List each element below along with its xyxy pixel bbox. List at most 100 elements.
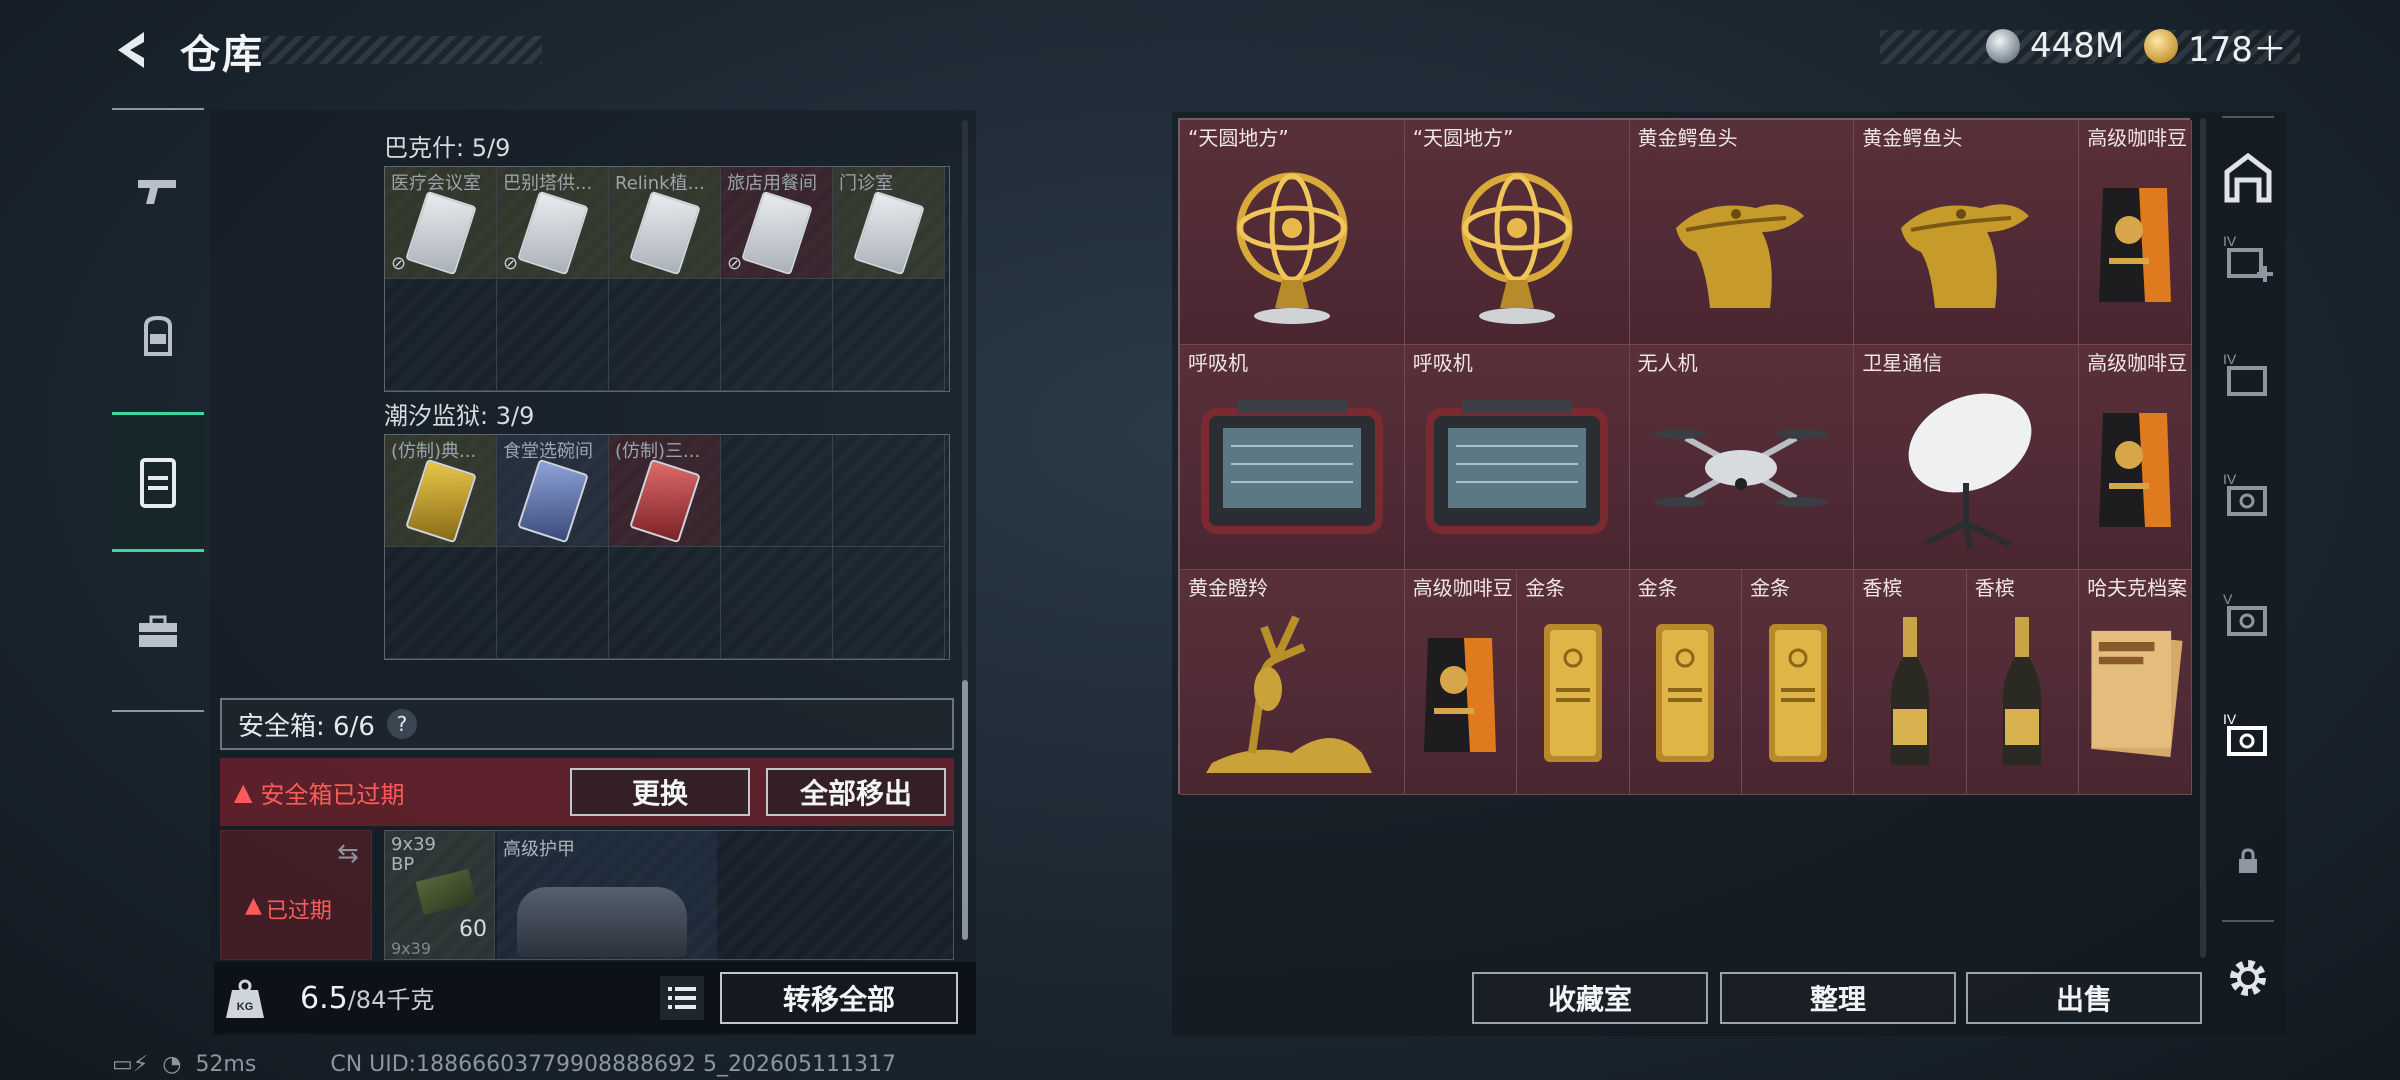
empty-slot[interactable] <box>833 435 945 547</box>
keycard-icon <box>405 458 477 544</box>
stash-item-ventilator[interactable]: 呼吸机 <box>1404 345 1630 570</box>
keycard-slot[interactable]: 旅店用餐间 ⊘ <box>721 167 833 279</box>
stash-item-label: 哈夫克档案 <box>2087 576 2188 600</box>
safebox-slot[interactable]: ⇆ ▲ 已过期 <box>220 830 372 960</box>
swap-icon[interactable]: ⇆ <box>337 839 359 869</box>
rail-tab-gear[interactable] <box>112 290 204 382</box>
stash-item-croc[interactable]: 黄金鳄鱼头 <box>1854 120 2080 345</box>
sell-button[interactable]: 出售 <box>1966 972 2202 1024</box>
empty-slot[interactable] <box>385 279 497 391</box>
stash-item-label: 黄金瞪羚 <box>1188 576 1268 600</box>
vtab-locked[interactable] <box>2212 816 2284 906</box>
vtab-valuables-storage[interactable]: V <box>2212 570 2284 660</box>
stash-item-label: 黄金鳄鱼头 <box>1862 126 1963 150</box>
safebox-items[interactable]: 9x39 BP 60 9x39 高级护甲 <box>384 830 954 960</box>
right-scrollbar[interactable] <box>2200 118 2206 958</box>
empty-slot[interactable] <box>721 279 833 391</box>
stash-item-champagne[interactable]: 香槟 <box>1854 570 1967 795</box>
stash-item-label: 香槟 <box>1974 576 2015 600</box>
champagne-icon <box>1854 592 1965 794</box>
vtab-divider <box>2222 116 2274 118</box>
back-arrow-icon[interactable] <box>110 28 154 72</box>
collectibles-storage-icon: IV <box>2223 711 2267 756</box>
container-grid-baksh[interactable]: 医疗会议室 ⊘ 巴别塔供... ⊘ Relink植... 旅店用餐间 ⊘ 门诊室 <box>384 166 950 392</box>
keycard-slot[interactable]: (仿制)三... <box>609 435 721 547</box>
stash-item-champagne[interactable]: 香槟 <box>1966 570 2080 795</box>
rail-tab-containers[interactable] <box>112 412 204 552</box>
dish-icon <box>1854 367 2078 569</box>
lock-off-icon: ⊘ <box>503 253 519 274</box>
empty-slot[interactable] <box>497 547 609 659</box>
armor-item[interactable]: 高级护甲 <box>497 831 717 959</box>
rail-tab-weapons[interactable] <box>112 144 204 236</box>
coffee-icon <box>2079 367 2190 569</box>
stash-item-croc[interactable]: 黄金鳄鱼头 <box>1629 120 1855 345</box>
keycard-slot[interactable]: 食堂选碗间 <box>497 435 609 547</box>
vtab-item-storage[interactable]: IV <box>2212 450 2284 540</box>
stash-item-coffee[interactable]: 高级咖啡豆 <box>1404 570 1518 795</box>
stash-item-file[interactable]: 哈夫克档案 <box>2079 570 2192 795</box>
stash-item-goldbar[interactable]: 金条 <box>1742 570 1855 795</box>
keycard-slot[interactable]: 门诊室 <box>833 167 945 279</box>
weight-max: /84千克 <box>347 986 435 1014</box>
stash-grid[interactable]: “天圆地方” “天圆地方” 黄金鳄鱼头 黄金鳄鱼头 高级咖啡豆 呼吸机 呼吸机 无人机 卫星通信… <box>1178 118 2192 795</box>
gold-amount: 178＋ <box>2188 29 2287 70</box>
keycard-slot[interactable]: 医疗会议室 ⊘ <box>385 167 497 279</box>
gold-coin-icon <box>2144 29 2178 63</box>
remove-all-button[interactable]: 全部移出 <box>766 768 946 816</box>
toolbox-icon <box>139 615 177 647</box>
stash-item-label: 金条 <box>1750 576 1790 600</box>
silver-currency: 448M <box>1986 26 2124 66</box>
stash-item-drone[interactable]: 无人机 <box>1629 345 1855 570</box>
keycard-icon <box>853 190 925 276</box>
stash-item-label: 黄金鳄鱼头 <box>1637 126 1738 150</box>
empty-slot[interactable] <box>833 279 945 391</box>
vtab-add-storage[interactable]: IV <box>2212 212 2284 302</box>
organize-button[interactable]: 整理 <box>1720 972 1956 1024</box>
stash-item-label: 金条 <box>1525 576 1566 600</box>
list-view-button[interactable] <box>660 976 704 1020</box>
stash-item-globe[interactable]: “天圆地方” <box>1180 120 1405 345</box>
stash-item-coffee[interactable]: 高级咖啡豆 <box>2079 345 2192 570</box>
stash-item-label: 香槟 <box>1862 576 1903 600</box>
container-grid-tidal-prison[interactable]: (仿制)典... 食堂选碗间 (仿制)三... <box>384 434 950 660</box>
transfer-all-button[interactable]: 转移全部 <box>720 972 958 1024</box>
empty-slot[interactable] <box>609 279 721 391</box>
expired-warning: ▲ 安全箱已过期 <box>234 775 404 810</box>
rail-tab-toolbox[interactable] <box>112 586 204 678</box>
title-stripe-decor <box>262 36 542 64</box>
stash-item-coffee[interactable]: 高级咖啡豆 <box>2079 120 2192 345</box>
keycard-slot[interactable]: Relink植... <box>609 167 721 279</box>
vtab-ammo-storage[interactable]: IV <box>2212 330 2284 420</box>
left-scrollbar-thumb[interactable] <box>962 680 968 940</box>
stash-item-goldbar[interactable]: 金条 <box>1517 570 1630 795</box>
vtab-collectibles-storage[interactable]: IV <box>2212 690 2284 780</box>
keycard-icon <box>741 190 813 276</box>
vtab-storage-home[interactable] <box>2212 132 2284 222</box>
settings-button[interactable] <box>2212 934 2284 1022</box>
stash-item-dish[interactable]: 卫星通信 <box>1854 345 2080 570</box>
empty-slot[interactable] <box>497 279 609 391</box>
keycard-slot[interactable]: 巴别塔供... ⊘ <box>497 167 609 279</box>
stash-item-globe[interactable]: “天圆地方” <box>1404 120 1630 345</box>
stash-item-ventilator[interactable]: 呼吸机 <box>1180 345 1405 570</box>
empty-slot[interactable] <box>609 547 721 659</box>
stash-item-gazelle[interactable]: 黄金瞪羚 <box>1180 570 1405 795</box>
empty-slot[interactable] <box>721 435 833 547</box>
drone-icon <box>1630 367 1854 569</box>
svg-text:IV: IV <box>2223 233 2237 249</box>
gold-currency[interactable]: 178＋ <box>2144 26 2287 70</box>
goldbar-icon <box>1630 592 1741 794</box>
ammo-item[interactable]: 9x39 BP 60 9x39 <box>385 831 495 959</box>
left-scrollbar[interactable] <box>962 120 968 940</box>
collection-room-button[interactable]: 收藏室 <box>1472 972 1708 1024</box>
replace-button[interactable]: 更换 <box>570 768 750 816</box>
empty-slot[interactable] <box>833 547 945 659</box>
help-icon[interactable]: ? <box>386 709 417 739</box>
empty-slot[interactable] <box>385 547 497 659</box>
keycard-slot[interactable]: (仿制)典... <box>385 435 497 547</box>
stash-item-label: 呼吸机 <box>1412 351 1473 375</box>
ammo-storage-icon: IV <box>2223 351 2267 396</box>
stash-item-goldbar[interactable]: 金条 <box>1629 570 1742 795</box>
empty-slot[interactable] <box>721 547 833 659</box>
